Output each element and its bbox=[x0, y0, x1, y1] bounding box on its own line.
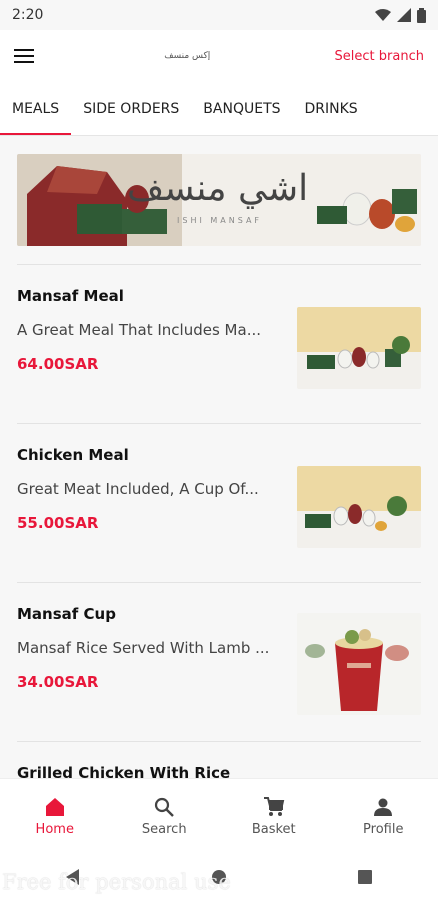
recents-icon[interactable] bbox=[358, 870, 373, 884]
menu-icon-line bbox=[14, 55, 34, 57]
status-icons bbox=[375, 7, 426, 23]
bottom-navigation: Home Search Basket Profile bbox=[0, 778, 438, 854]
search-icon bbox=[155, 797, 175, 817]
banner-sub-text: ISHI MANSAF bbox=[177, 216, 263, 225]
category-tabs: MEALS SIDE ORDERS BANQUETS DRINKS bbox=[0, 82, 438, 136]
home-icon bbox=[45, 798, 64, 816]
nav-basket[interactable]: Basket bbox=[234, 796, 314, 837]
nav-profile[interactable]: Profile bbox=[343, 796, 423, 837]
item-description: A Great Meal That Includes Ma... bbox=[17, 321, 261, 339]
status-time: 2:20 bbox=[12, 7, 44, 23]
nav-search[interactable]: Search bbox=[124, 796, 204, 837]
signal-icon bbox=[397, 8, 411, 22]
menu-item[interactable]: Chicken Meal Great Meat Included, A Cup … bbox=[17, 424, 421, 583]
item-price: 64.00SAR bbox=[17, 355, 99, 373]
menu-item[interactable]: Mansaf Meal A Great Meal That Includes M… bbox=[17, 265, 421, 424]
item-name: Mansaf Meal bbox=[17, 287, 124, 305]
app-bar: إكس منسف Select branch bbox=[0, 30, 438, 82]
item-image bbox=[297, 307, 421, 389]
item-image bbox=[297, 466, 421, 548]
banner-brand-text: اشي منسف bbox=[127, 168, 309, 209]
item-image bbox=[297, 613, 421, 715]
nav-home[interactable]: Home bbox=[15, 796, 95, 837]
battery-icon bbox=[417, 7, 426, 23]
item-price: 55.00SAR bbox=[17, 514, 99, 532]
menu-icon-line bbox=[14, 49, 34, 51]
menu-item-text: Mansaf Meal A Great Meal That Includes M… bbox=[17, 283, 287, 423]
app-logo: إكس منسف bbox=[164, 51, 211, 61]
tab-drinks[interactable]: DRINKS bbox=[293, 82, 370, 135]
watermark-text: Free for personal use bbox=[2, 870, 231, 894]
nav-home-label: Home bbox=[35, 822, 74, 837]
item-description: Great Meat Included, A Cup Of... bbox=[17, 480, 259, 498]
nav-basket-label: Basket bbox=[251, 822, 296, 837]
select-branch-button[interactable]: Select branch bbox=[335, 49, 424, 64]
menu-item[interactable]: Mansaf Cup Mansaf Rice Served With Lamb … bbox=[17, 583, 421, 742]
menu-item-text: Chicken Meal Great Meat Included, A Cup … bbox=[17, 442, 287, 582]
tab-meals[interactable]: MEALS bbox=[0, 82, 72, 135]
menu-content: اشي منسف ISHI MANSAF Mansaf Meal A Great… bbox=[0, 136, 438, 782]
menu-item-text: Mansaf Cup Mansaf Rice Served With Lamb … bbox=[17, 601, 287, 741]
profile-icon bbox=[374, 798, 393, 816]
status-bar: 2:20 bbox=[0, 0, 438, 30]
promo-banner[interactable]: اشي منسف ISHI MANSAF bbox=[17, 154, 421, 246]
item-name: Mansaf Cup bbox=[17, 605, 116, 623]
wifi-icon bbox=[375, 9, 391, 21]
nav-profile-label: Profile bbox=[363, 822, 404, 837]
tab-side-orders[interactable]: SIDE ORDERS bbox=[71, 82, 191, 135]
item-description: Mansaf Rice Served With Lamb ... bbox=[17, 639, 270, 657]
cart-icon bbox=[263, 797, 284, 816]
menu-button[interactable] bbox=[14, 43, 40, 69]
menu-item[interactable]: Grilled Chicken With Rice bbox=[17, 742, 421, 782]
item-name: Chicken Meal bbox=[17, 446, 129, 464]
nav-search-label: Search bbox=[141, 822, 187, 837]
item-price: 34.00SAR bbox=[17, 673, 99, 691]
tab-banquets[interactable]: BANQUETS bbox=[191, 82, 292, 135]
menu-icon-line bbox=[14, 61, 34, 63]
